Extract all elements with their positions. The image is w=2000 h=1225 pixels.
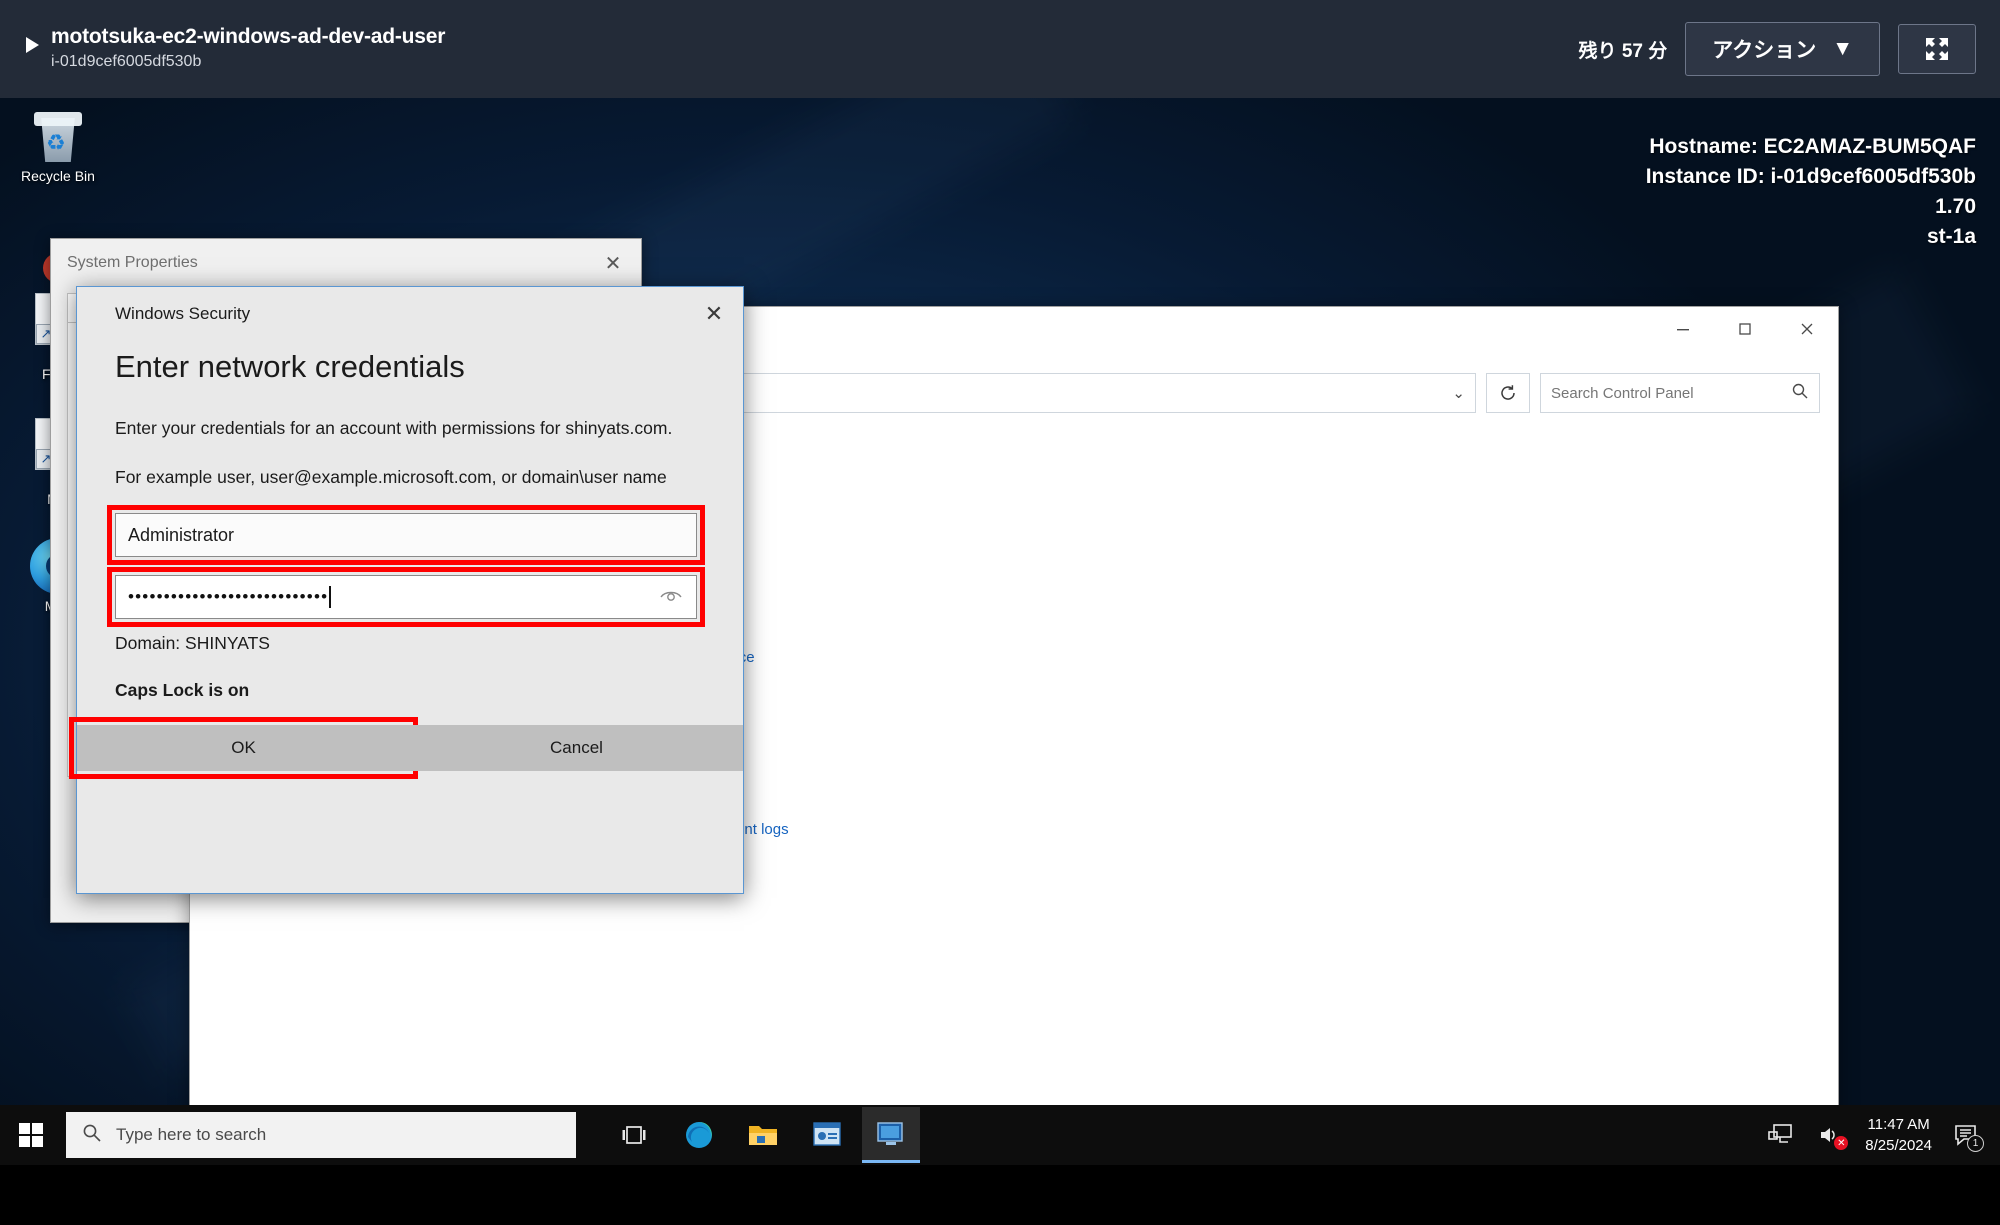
password-masked-value: •••••••••••••••••••••••••••• <box>128 587 329 606</box>
aws-header-actions: 残り 57 分 アクション ▼ <box>1579 22 2000 76</box>
volume-muted-icon[interactable]: ✕ <box>1815 1120 1849 1150</box>
notification-count-badge: 1 <box>1967 1135 1984 1152</box>
credentials-dialog-body: Enter network credentials Enter your cre… <box>69 341 743 779</box>
aws-instance-info: mototsuka-ec2-windows-ad-dev-ad-user i-0… <box>0 24 445 74</box>
search-control-panel-input[interactable]: Search Control Panel <box>1540 373 1820 413</box>
overlay-hostname: Hostname: EC2AMAZ-BUM5QAF <box>1649 135 1976 158</box>
caps-lock-warning: Caps Lock is on <box>115 680 250 700</box>
edge-icon[interactable] <box>670 1107 728 1163</box>
credentials-dialog[interactable]: Windows Security ✕ Enter network credent… <box>69 286 744 894</box>
system-properties-titlebar: System Properties ✕ <box>51 239 641 287</box>
ok-button-wrapper: OK <box>69 717 418 779</box>
instance-name: mototsuka-ec2-windows-ad-dev-ad-user <box>51 25 446 48</box>
eye-icon[interactable] <box>658 584 684 610</box>
minimize-icon <box>1677 329 1689 331</box>
close-button[interactable] <box>1776 307 1838 351</box>
close-icon[interactable]: ✕ <box>585 239 641 287</box>
fullscreen-icon <box>1926 38 1948 60</box>
taskbar-search-placeholder: Type here to search <box>116 1125 267 1144</box>
password-field-wrapper: •••••••••••••••••••••••••••• <box>107 567 705 627</box>
windows-desktop: ♻ Recycle Bin ↗ E Feed ↗ E Mic Mi <box>0 98 2000 1165</box>
windows-start-icon <box>19 1123 43 1147</box>
search-icon <box>82 1123 102 1148</box>
credentials-dialog-app-name: Windows Security <box>115 304 251 323</box>
aws-title-block: mototsuka-ec2-windows-ad-dev-ad-user i-0… <box>51 24 445 74</box>
remote-desktop-icon[interactable] <box>862 1107 920 1163</box>
clock[interactable]: 11:47 AM 8/25/2024 <box>1865 1114 1932 1156</box>
cancel-button[interactable]: Cancel <box>410 725 743 771</box>
expand-caret-icon[interactable] <box>26 37 39 53</box>
maximize-icon <box>1739 323 1751 335</box>
overlay-zone: st-1a <box>1926 225 1976 248</box>
username-input[interactable]: Administrator <box>115 513 697 557</box>
windows-taskbar: Type here to search ✕ 11:47 AM 8/25/2024… <box>0 1105 2000 1165</box>
minimize-button[interactable] <box>1652 307 1714 351</box>
password-input[interactable]: •••••••••••••••••••••••••••• <box>115 575 697 619</box>
credentials-dialog-titlebar: Windows Security ✕ <box>77 287 743 341</box>
desktop-info-overlay: Hostname: EC2AMAZ-BUM5QAF Instance ID: i… <box>1646 132 1976 252</box>
recycle-bin-icon: ♻ <box>30 108 86 164</box>
server-manager-icon[interactable] <box>798 1107 856 1163</box>
refresh-button[interactable] <box>1486 373 1530 413</box>
system-properties-title: System Properties <box>67 254 198 271</box>
clock-date: 8/25/2024 <box>1865 1137 1932 1154</box>
search-placeholder: Search Control Panel <box>1551 384 1694 402</box>
username-field-wrapper: Administrator <box>107 505 705 565</box>
username-value: Administrator <box>128 524 235 545</box>
notifications-icon[interactable]: 1 <box>1952 1120 1984 1152</box>
taskbar-items <box>606 1107 920 1163</box>
desktop-icon-recycle-bin[interactable]: ♻ Recycle Bin <box>12 108 104 185</box>
mute-indicator-icon: ✕ <box>1834 1136 1849 1150</box>
chevron-down-icon: ▼ <box>1832 37 1853 60</box>
chevron-down-icon[interactable]: ⌄ <box>1452 384 1465 402</box>
network-icon[interactable] <box>1765 1120 1795 1150</box>
credentials-dialog-buttons: OK Cancel <box>69 717 743 779</box>
taskbar-search-input[interactable]: Type here to search <box>66 1112 576 1158</box>
task-view-icon[interactable] <box>606 1107 664 1163</box>
close-icon <box>1801 323 1813 335</box>
screen-root: mototsuka-ec2-windows-ad-dev-ad-user i-0… <box>0 0 2000 1225</box>
overlay-ip: 1.70 <box>1935 195 1976 218</box>
overlay-instance-id: Instance ID: i-01d9cef6005df530b <box>1645 165 1976 188</box>
start-button[interactable] <box>0 1105 62 1165</box>
close-icon[interactable]: ✕ <box>685 288 743 340</box>
action-dropdown-button[interactable]: アクション ▼ <box>1685 22 1880 76</box>
credentials-dialog-description: Enter your credentials for an account wi… <box>115 418 673 438</box>
aws-session-header: mototsuka-ec2-windows-ad-dev-ad-user i-0… <box>0 0 2000 98</box>
desktop-icon-label: Recycle Bin <box>21 168 95 184</box>
instance-id: i-01d9cef6005df530b <box>51 53 202 70</box>
credentials-dialog-example: For example user, user@example.microsoft… <box>115 467 667 487</box>
action-button-label: アクション <box>1712 39 1817 62</box>
fullscreen-button[interactable] <box>1898 24 1976 74</box>
clock-time: 11:47 AM <box>1867 1116 1930 1133</box>
refresh-icon <box>1501 385 1515 400</box>
text-cursor <box>329 586 331 608</box>
credentials-dialog-heading: Enter network credentials <box>115 349 465 384</box>
cancel-button-wrapper: Cancel <box>410 725 743 771</box>
domain-label: Domain: SHINYATS <box>115 633 270 653</box>
session-timer: 残り 57 分 <box>1578 40 1668 62</box>
maximize-button[interactable] <box>1714 307 1776 351</box>
ok-button[interactable]: OK <box>77 725 410 771</box>
search-icon <box>1791 382 1809 404</box>
file-explorer-icon[interactable] <box>734 1107 792 1163</box>
system-tray: ✕ 11:47 AM 8/25/2024 1 <box>1765 1114 2000 1156</box>
